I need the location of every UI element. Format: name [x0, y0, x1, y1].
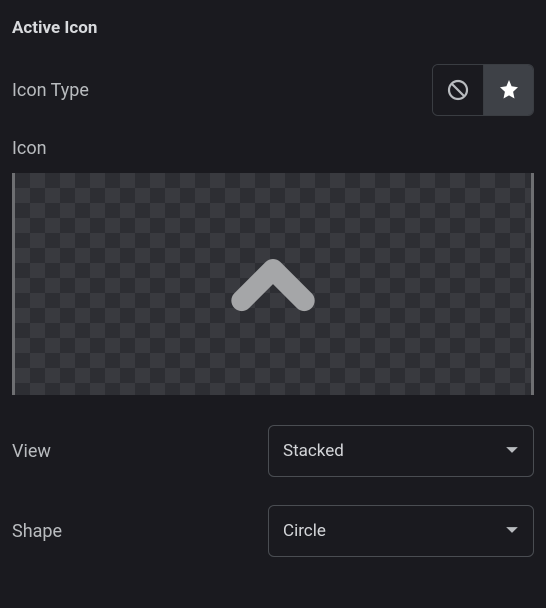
star-icon — [497, 78, 521, 102]
icon-type-row: Icon Type — [12, 64, 534, 116]
icon-type-label: Icon Type — [12, 80, 89, 101]
icon-preview[interactable] — [12, 173, 534, 395]
view-select[interactable]: Stacked — [268, 425, 534, 477]
view-select-value: Stacked — [283, 441, 344, 461]
shape-select-value: Circle — [283, 521, 326, 541]
view-row: View Stacked — [12, 425, 534, 477]
shape-select[interactable]: Circle — [268, 505, 534, 557]
shape-row: Shape Circle — [12, 505, 534, 557]
chevron-up-icon — [223, 234, 323, 334]
icon-label: Icon — [12, 138, 534, 159]
none-icon — [446, 78, 470, 102]
caret-down-icon — [505, 522, 519, 541]
icon-type-icon-button[interactable] — [483, 65, 533, 115]
shape-label: Shape — [12, 521, 62, 542]
icon-type-buttons — [432, 64, 534, 116]
caret-down-icon — [505, 442, 519, 461]
icon-type-none-button[interactable] — [433, 65, 483, 115]
section-title: Active Icon — [12, 18, 534, 38]
view-label: View — [12, 441, 51, 462]
